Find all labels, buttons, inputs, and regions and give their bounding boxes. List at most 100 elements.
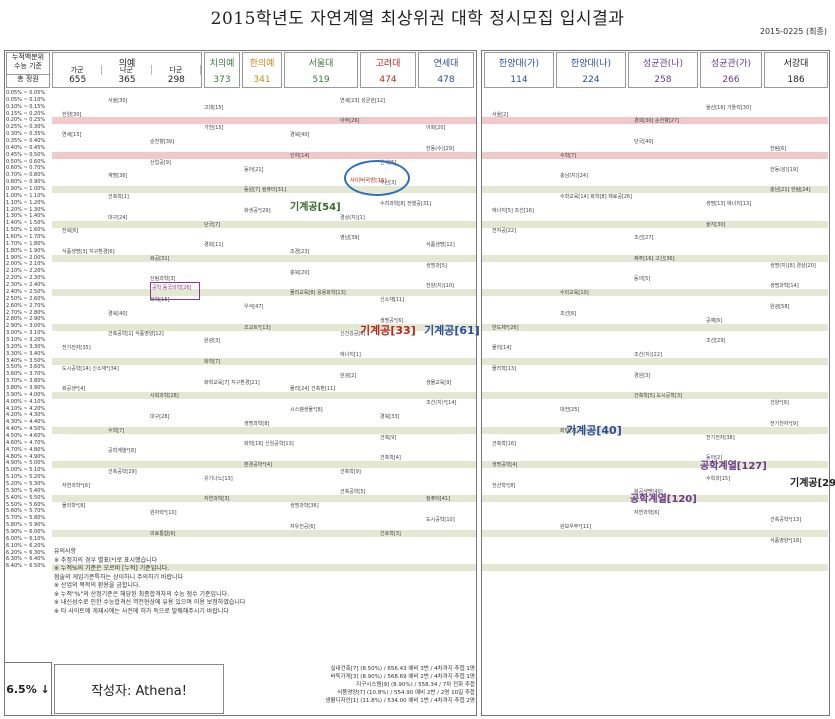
result-cell: 생명과학[14]	[770, 283, 799, 290]
header-한의예: 한의예 341	[242, 52, 282, 88]
result-cell: 식품생명[3] 지구환경[6]	[62, 249, 115, 255]
university-name: 서울대	[308, 59, 334, 69]
result-cell: 전기전자*[9]	[770, 420, 798, 427]
result-cell: 자유전공[6]	[290, 523, 316, 530]
percentile-row: 3.70% ~ 3.80%	[6, 378, 46, 385]
percentile-row: 4.40% ~ 4.50%	[6, 426, 46, 433]
result-cell: 건축공학*[13]	[770, 516, 802, 523]
percentile-row: 3.80% ~ 3.90%	[6, 384, 46, 391]
note-line: 유의사항	[54, 548, 77, 555]
result-cell: 건축공학[5]	[340, 489, 366, 496]
result-cell: 대구[28]	[150, 413, 170, 420]
result-cell: 경상(지)[1]	[340, 214, 365, 221]
result-cell: 공예[6]	[706, 317, 723, 324]
quota-count: 114	[510, 75, 528, 85]
result-cell: 공학계열*[8]	[108, 448, 136, 455]
result-cell: 경북[40]	[108, 310, 128, 317]
result-cell: 우석[47]	[244, 303, 264, 310]
percentile-row: 4.50% ~ 4.60%	[6, 432, 46, 439]
result-cell: 전기전자[38]	[706, 434, 735, 441]
result-cell: 에너지[5] 조선[16]	[492, 207, 534, 214]
result-cell: 울산[16] 가톨릭[30]	[706, 104, 752, 111]
result-cell: 생명과[5]	[426, 262, 447, 269]
result-cell: 물리학[13]	[492, 365, 517, 372]
result-cell: 자연과학[6]	[634, 510, 660, 517]
document-version: 2015-0225 (최종)	[759, 27, 827, 36]
percentile-row: 1.70% ~ 1.80%	[6, 240, 46, 247]
row-band	[52, 254, 476, 262]
footer-note-line: 생활디자인[1] (11.8%) / 534.00 예비 1번 / 4차까지 추…	[325, 698, 475, 704]
result-cell: 경희[11]	[204, 242, 224, 249]
result-cell: 물리[14]	[492, 345, 512, 352]
page-title: 2015학년도 자연계열 최상위권 대학 정시모집 입시결과	[210, 9, 625, 29]
percentile-row: 5.80% ~ 5.90%	[6, 522, 46, 529]
quota-count: 224	[582, 75, 600, 85]
result-cell: 원자력*[10]	[150, 510, 177, 517]
quota-count: 298	[167, 75, 185, 85]
percentile-row: 0.50% ~ 0.60%	[6, 158, 46, 165]
percentile-row: 5.90% ~ 6.00%	[6, 529, 46, 535]
result-cell: 한동(성)[19]	[770, 166, 798, 173]
percentile-row: 0.20% ~ 0.25%	[6, 117, 46, 124]
row-band	[52, 392, 476, 400]
result-cell: 한동(수)[29]	[426, 145, 454, 152]
sub-group: 다군	[152, 65, 201, 75]
result-cell: 원광[3]	[204, 338, 221, 345]
row-band	[482, 564, 828, 572]
row-band	[482, 220, 828, 228]
percentile-row: 0.70% ~ 0.80%	[6, 172, 46, 179]
result-cell: 화학[7]	[204, 358, 221, 365]
header-성균관(가): 성균관(가) 266	[700, 52, 762, 88]
result-cell: 건축학[4]	[380, 455, 401, 462]
result-cell: 경북[40]	[290, 132, 310, 139]
percentile-header: 누적백분위 수능 기준 총 정원	[6, 52, 50, 88]
result-cell: 도시공학[10]	[426, 516, 455, 523]
result-cell: 물리학*[8]	[62, 503, 86, 510]
percentile-row: 0.60% ~ 0.70%	[6, 165, 46, 172]
percentile-header-line2: 수능 기준	[14, 62, 42, 70]
footer-note-line: 식품영양[7] (10.8%) / 554.90 예비 2번 / 2명 10일 …	[337, 690, 475, 696]
result-cell: 수학과[15]	[706, 475, 731, 482]
result-cell: 인하[14]	[290, 152, 310, 159]
sub-groups: 가군 나군 다군	[53, 65, 201, 75]
quota-count: 655	[69, 75, 87, 85]
result-cell: 건축학[16]	[492, 441, 517, 448]
percentile-row: 0.15% ~ 0.20%	[6, 110, 46, 117]
result-cell: 생명과학[8]	[244, 420, 270, 427]
highlight-label: 기계공[40]	[566, 424, 622, 437]
boxed-cell: 공학 동국의학[26]	[152, 285, 192, 291]
circled-cell: 사이버국방[15]	[350, 178, 387, 184]
note-line: ※ 산업의 복적의 환용을 금합니다.	[54, 582, 141, 589]
quota-counts: 655 365 298	[53, 75, 201, 85]
result-cell: 전기전자[35]	[62, 345, 91, 352]
row-band	[482, 289, 828, 297]
quota-count: 266	[722, 75, 740, 85]
row-band	[482, 357, 828, 365]
result-cell: 생명(지)[8] 경상[20]	[770, 262, 816, 269]
result-cell: 조선[6]	[560, 310, 577, 317]
result-cell: 자연과학*[6]	[62, 482, 90, 489]
result-cell: 서울[30]	[108, 97, 128, 104]
percentile-row: 2.70% ~ 2.80%	[6, 309, 46, 316]
row-band	[482, 460, 828, 468]
note-line: ※ 내신성수로 인한 수능합격선 역전현상에 유용 있으며 이용 보정하였습니다	[54, 599, 246, 606]
percentile-row: 3.50% ~ 3.60%	[6, 364, 46, 371]
percentile-row: 4.90% ~ 5.00%	[6, 460, 46, 467]
percentile-header-line1: 누적백분위	[11, 53, 45, 61]
result-cell: 건축공학[29]	[108, 468, 137, 475]
percentile-row: 5.60% ~ 5.70%	[6, 508, 46, 515]
percentile-row: 5.00% ~ 5.10%	[6, 467, 46, 474]
highlight-label: 기계공[61]	[424, 324, 480, 337]
result-cell: 물리[24] 건축환[11]	[290, 386, 336, 393]
footer-note-line: 지구시스템[9] (8.90%) / 558.34 / 7차 전화 추합	[356, 682, 475, 688]
result-cell: 동원[7] 컴퓨터[31]	[244, 187, 286, 194]
university-name: 한의예	[249, 59, 275, 69]
university-name: 한양대(나)	[570, 59, 612, 69]
result-cell: 조선[27]	[634, 235, 654, 242]
percentile-row: 3.30% ~ 3.40%	[6, 350, 46, 357]
result-cell: 에너지[1]	[340, 352, 361, 359]
result-cell: 아주[26]	[340, 118, 360, 125]
quota-count: 474	[379, 75, 397, 85]
result-cell: 동의[5]	[634, 276, 651, 283]
header-성균관(나): 성균관(나) 258	[628, 52, 698, 88]
